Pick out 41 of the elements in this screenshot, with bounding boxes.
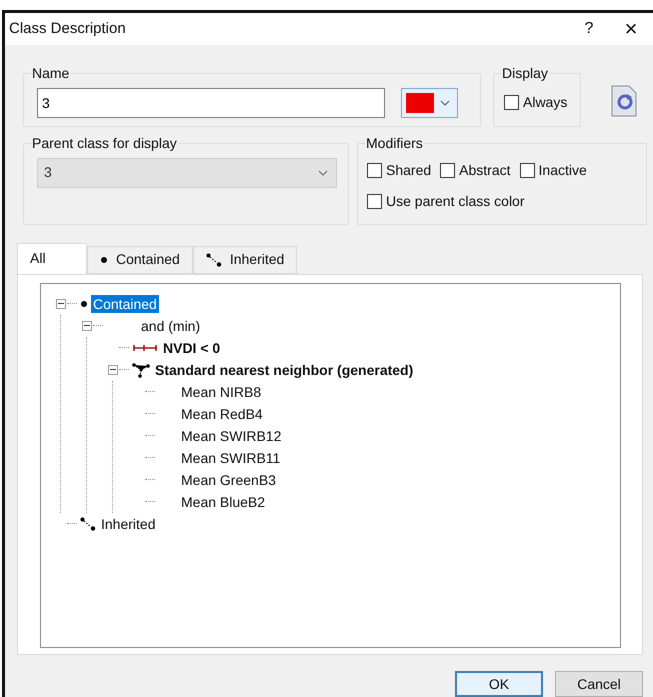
tree-item[interactable]: Mean NIRB8 [179, 382, 264, 401]
checkbox-label: Use parent class color [386, 192, 525, 211]
tree-item[interactable]: Mean SWIRB11 [179, 448, 282, 467]
dot-icon [100, 256, 108, 264]
ok-button[interactable]: OK [455, 671, 543, 697]
tab[interactable]: Contained [87, 246, 193, 274]
checkbox[interactable] [504, 95, 519, 110]
checkbox[interactable] [520, 162, 535, 178]
tab[interactable]: Inherited [192, 246, 298, 274]
node-network-icon [132, 362, 150, 378]
tree-item[interactable]: Mean RedB4 [179, 404, 265, 423]
collapse-toggle[interactable] [108, 364, 118, 375]
color-picker[interactable] [401, 88, 458, 118]
tab[interactable]: All [17, 242, 87, 275]
range-bar-icon [132, 344, 158, 352]
tree-item[interactable]: Standard nearest neighbor (generated) [153, 360, 416, 379]
checkbox-label: Always [523, 93, 568, 112]
tree-item[interactable]: Mean GreenB3 [179, 470, 278, 489]
tree-item[interactable]: Inherited [99, 514, 158, 533]
checkbox[interactable] [440, 162, 456, 178]
document-refresh-icon [611, 84, 637, 117]
tree-item[interactable]: Contained [91, 294, 159, 313]
checkbox[interactable] [367, 194, 382, 209]
tree-item[interactable]: Mean SWIRB12 [179, 426, 284, 445]
checkbox[interactable] [367, 162, 382, 178]
diagonal-link-icon [80, 516, 96, 531]
checkbox-label: Abstract [459, 160, 511, 180]
close-button[interactable]: × [609, 18, 653, 40]
help-button[interactable]: ? [569, 16, 609, 41]
collapse-toggle[interactable] [56, 298, 66, 309]
tree-item[interactable]: Mean BlueB2 [179, 492, 268, 511]
name-field[interactable]: 3 [37, 88, 385, 118]
tree-item[interactable]: NVDI < 0 [161, 338, 222, 357]
window-title: Class Description [9, 18, 126, 39]
tree-item[interactable]: and (min) [139, 316, 202, 335]
diagonal-link-icon [206, 252, 222, 267]
cancel-button[interactable]: Cancel [555, 671, 643, 697]
dot-icon [80, 300, 88, 308]
collapse-toggle[interactable] [82, 320, 92, 331]
checkbox-label: Shared [386, 160, 432, 180]
checkbox-label: Inactive [538, 160, 587, 180]
